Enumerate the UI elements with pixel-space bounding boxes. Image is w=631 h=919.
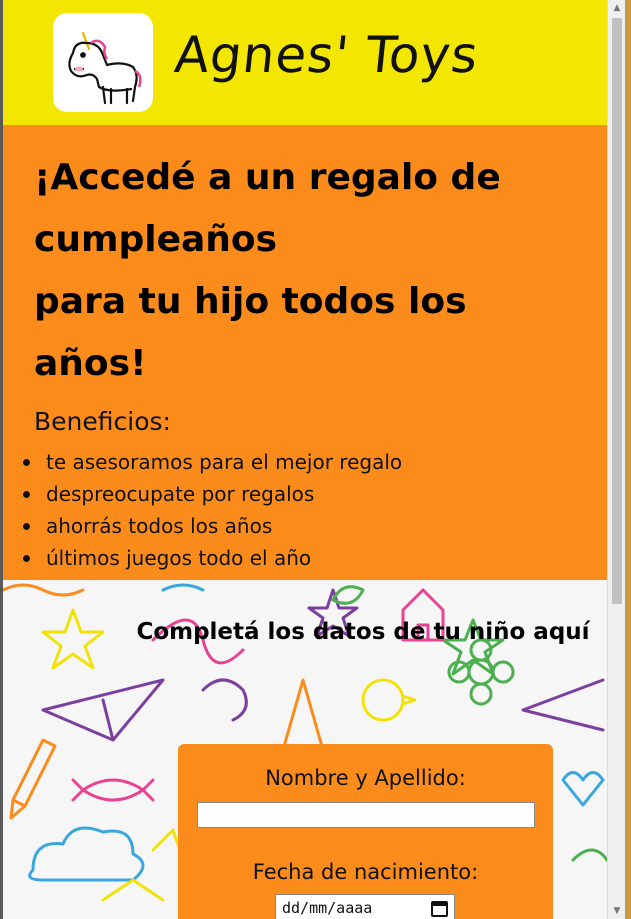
scroll-down-arrow-icon[interactable]: ▼ <box>608 903 626 919</box>
birthdate-input[interactable]: dd/mm/aaaa <box>275 894 455 919</box>
benefit-item: despreocupate por regalos <box>23 478 607 510</box>
hero-title: ¡Accedé a un regalo de cumpleaños para t… <box>34 147 574 395</box>
name-input[interactable] <box>197 802 535 828</box>
benefit-item: te asesoramos para el mejor regalo <box>23 446 607 478</box>
name-label: Nombre y Apellido: <box>265 766 466 790</box>
scroll-up-arrow-icon[interactable]: ▲ <box>608 0 626 16</box>
hero-title-line: años! <box>34 343 147 384</box>
benefits-list: te asesoramos para el mejor regalo despr… <box>23 446 607 574</box>
logo[interactable] <box>53 13 153 112</box>
page: Agnes' Toys ¡Accedé a un regalo de cumpl… <box>3 0 607 919</box>
hero-title-line: para tu hijo todos los <box>34 281 467 322</box>
registration-form: Nombre y Apellido: Fecha de nacimiento: … <box>178 744 553 919</box>
window-edge-right <box>625 0 631 919</box>
birthdate-placeholder: dd/mm/aaaa <box>282 899 373 917</box>
benefit-item: ahorrás todos los años <box>23 510 607 542</box>
calendar-icon[interactable] <box>431 901 448 917</box>
scroll-thumb[interactable] <box>612 18 622 604</box>
vertical-scrollbar[interactable]: ▲ ▼ <box>607 0 625 919</box>
hero-title-line: ¡Accedé a un regalo de <box>34 157 501 198</box>
hero-banner: ¡Accedé a un regalo de cumpleaños para t… <box>3 125 607 580</box>
brand-title: Agnes' Toys <box>171 26 482 84</box>
doodle-section: Completá los datos de tu niño aquí Nombr… <box>3 580 607 919</box>
benefits-heading: Beneficios: <box>34 407 171 436</box>
form-heading: Completá los datos de tu niño aquí <box>136 619 590 645</box>
benefit-item: últimos juegos todo el año <box>23 542 607 574</box>
birthdate-label: Fecha de nacimiento: <box>252 860 479 884</box>
site-header: Agnes' Toys <box>3 0 607 125</box>
hero-title-line: cumpleaños <box>34 219 278 260</box>
unicorn-icon <box>68 31 142 105</box>
